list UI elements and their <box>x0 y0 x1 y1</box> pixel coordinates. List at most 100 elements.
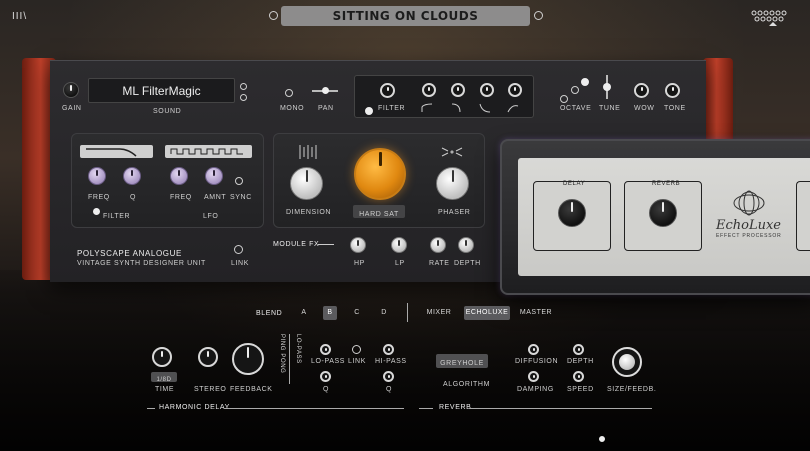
hi-pass-knob[interactable] <box>383 344 394 355</box>
ping-pong-toggle[interactable]: PING PONG <box>277 334 285 382</box>
speed-knob[interactable] <box>573 371 584 382</box>
lo-pass-label: LO-PASS <box>311 358 346 365</box>
lo-pass-q-knob[interactable] <box>320 371 331 382</box>
tab-echoluxe[interactable]: ECHOLUXE <box>464 306 510 320</box>
link-toggle[interactable] <box>234 245 243 254</box>
delay-feedback-label: FEEDBACK <box>230 386 273 393</box>
lfo-freq-label: FREQ <box>170 194 192 201</box>
envelope-decay-knob[interactable] <box>451 83 465 97</box>
mono-toggle[interactable] <box>285 89 293 97</box>
lfo-waveform-display[interactable] <box>165 145 252 158</box>
octave-mid-button[interactable] <box>571 86 579 94</box>
hp-label: HP <box>354 260 365 267</box>
hi-pass-q-knob[interactable] <box>383 371 394 382</box>
echo-reverb-knob[interactable] <box>649 199 677 227</box>
octave-label: OCTAVE <box>560 105 592 112</box>
menu-dots-icon[interactable] <box>751 9 789 27</box>
brand-line-2: VINTAGE SYNTH DESIGNER UNIT <box>77 260 206 267</box>
echo-delay-knob[interactable] <box>558 199 586 227</box>
brand-line-1: POLYSCAPE ANALOGUE <box>77 249 182 258</box>
lfo-sync-label: SYNC <box>230 194 252 201</box>
blend-label: BLEND <box>256 310 283 317</box>
gain-knob[interactable] <box>63 82 79 98</box>
echoluxe-logo-icon <box>733 190 765 216</box>
pan-label: PAN <box>318 105 334 112</box>
delay-time-knob[interactable] <box>152 347 172 367</box>
filter-freq-knob[interactable] <box>88 167 106 185</box>
hard-sat-button[interactable]: HARD SAT <box>353 205 405 218</box>
filter-q-knob[interactable] <box>123 167 141 185</box>
lp-knob[interactable] <box>391 237 407 253</box>
hp-knob[interactable] <box>350 237 366 253</box>
blend-option-b[interactable]: B <box>323 306 337 320</box>
module-fx-divider <box>318 244 334 245</box>
blend-option-a[interactable]: A <box>297 306 311 320</box>
delay-time-value-text: 1/8D <box>156 377 172 383</box>
rate-knob[interactable] <box>430 237 446 253</box>
filter-type-display[interactable] <box>80 145 153 158</box>
preset-display[interactable]: SITTING ON CLOUDS <box>281 6 530 26</box>
lfo-freq-knob[interactable] <box>170 167 188 185</box>
lfo-sync-toggle[interactable] <box>235 177 243 185</box>
tune-slider[interactable] <box>603 75 611 99</box>
depth-label: DEPTH <box>454 260 481 267</box>
filter-q-label: Q <box>130 194 137 201</box>
envelope-attack-knob[interactable] <box>422 83 436 97</box>
octave-down-button[interactable] <box>560 95 568 103</box>
filter-section-indicator <box>93 208 100 215</box>
filter-section-title: FILTER <box>103 213 131 220</box>
lp-label: LP <box>395 260 405 267</box>
echoluxe-name: EchoLuxe <box>716 218 781 233</box>
delay-feedback-knob[interactable] <box>232 343 264 375</box>
reverb-line-right <box>470 408 652 409</box>
hard-sat-label: HARD SAT <box>359 211 399 218</box>
lfo-amount-knob[interactable] <box>205 167 223 185</box>
blend-option-d[interactable]: D <box>377 306 391 320</box>
octave-up-button[interactable] <box>581 78 589 86</box>
lo-pass-toggle[interactable]: LO-PASS <box>293 334 301 382</box>
wow-knob[interactable] <box>634 83 649 98</box>
logo[interactable]: III\ <box>12 11 27 22</box>
algorithm-label: ALGORITHM <box>443 381 491 388</box>
gain-label: GAIN <box>62 105 82 112</box>
envelope-release-knob[interactable] <box>508 83 522 97</box>
filter-active-indicator <box>365 107 373 115</box>
size-feedback-inner <box>619 354 635 370</box>
pan-slider[interactable] <box>312 87 338 94</box>
tune-slider-handle[interactable] <box>603 83 611 91</box>
echo-delay-label: DELAY <box>563 181 586 187</box>
delay-stereo-knob[interactable] <box>198 347 218 367</box>
tone-knob[interactable] <box>665 83 680 98</box>
envelope-sustain-knob[interactable] <box>480 83 494 97</box>
algorithm-selector[interactable]: GREYHOLE <box>436 354 488 368</box>
lfo-section-title: LFO <box>203 213 219 220</box>
filter-link-label: LINK <box>348 358 366 365</box>
echo-reverb-label: REVERB <box>652 181 681 187</box>
size-feedback-knob[interactable] <box>612 347 642 377</box>
preset-prev-button[interactable] <box>269 11 278 20</box>
preset-next-button[interactable] <box>534 11 543 20</box>
filter-link-toggle[interactable] <box>352 345 361 354</box>
dimension-knob[interactable] <box>290 167 323 200</box>
lo-pass-knob[interactable] <box>320 344 331 355</box>
blend-option-c[interactable]: C <box>350 306 364 320</box>
delay-time-value[interactable]: 1/8D <box>151 372 177 383</box>
phaser-knob[interactable] <box>436 167 469 200</box>
depth-knob[interactable] <box>458 237 474 253</box>
damping-knob[interactable] <box>528 371 539 382</box>
sound-prev-button[interactable] <box>240 83 247 90</box>
filter-label: FILTER <box>378 105 406 112</box>
tab-mixer[interactable]: MIXER <box>422 306 456 320</box>
dimension-icon <box>299 145 317 159</box>
algorithm-value: GREYHOLE <box>440 360 484 367</box>
filter-cutoff-knob[interactable] <box>380 83 395 98</box>
sound-next-button[interactable] <box>240 94 247 101</box>
echo-next-box <box>796 181 810 251</box>
tab-master[interactable]: MASTER <box>518 306 554 320</box>
sound-display[interactable]: ML FilterMagic <box>88 78 235 103</box>
pan-slider-handle[interactable] <box>322 87 329 94</box>
reverb-depth-knob[interactable] <box>573 344 584 355</box>
phaser-icon <box>441 147 463 157</box>
page-indicator <box>599 436 605 442</box>
diffusion-knob[interactable] <box>528 344 539 355</box>
